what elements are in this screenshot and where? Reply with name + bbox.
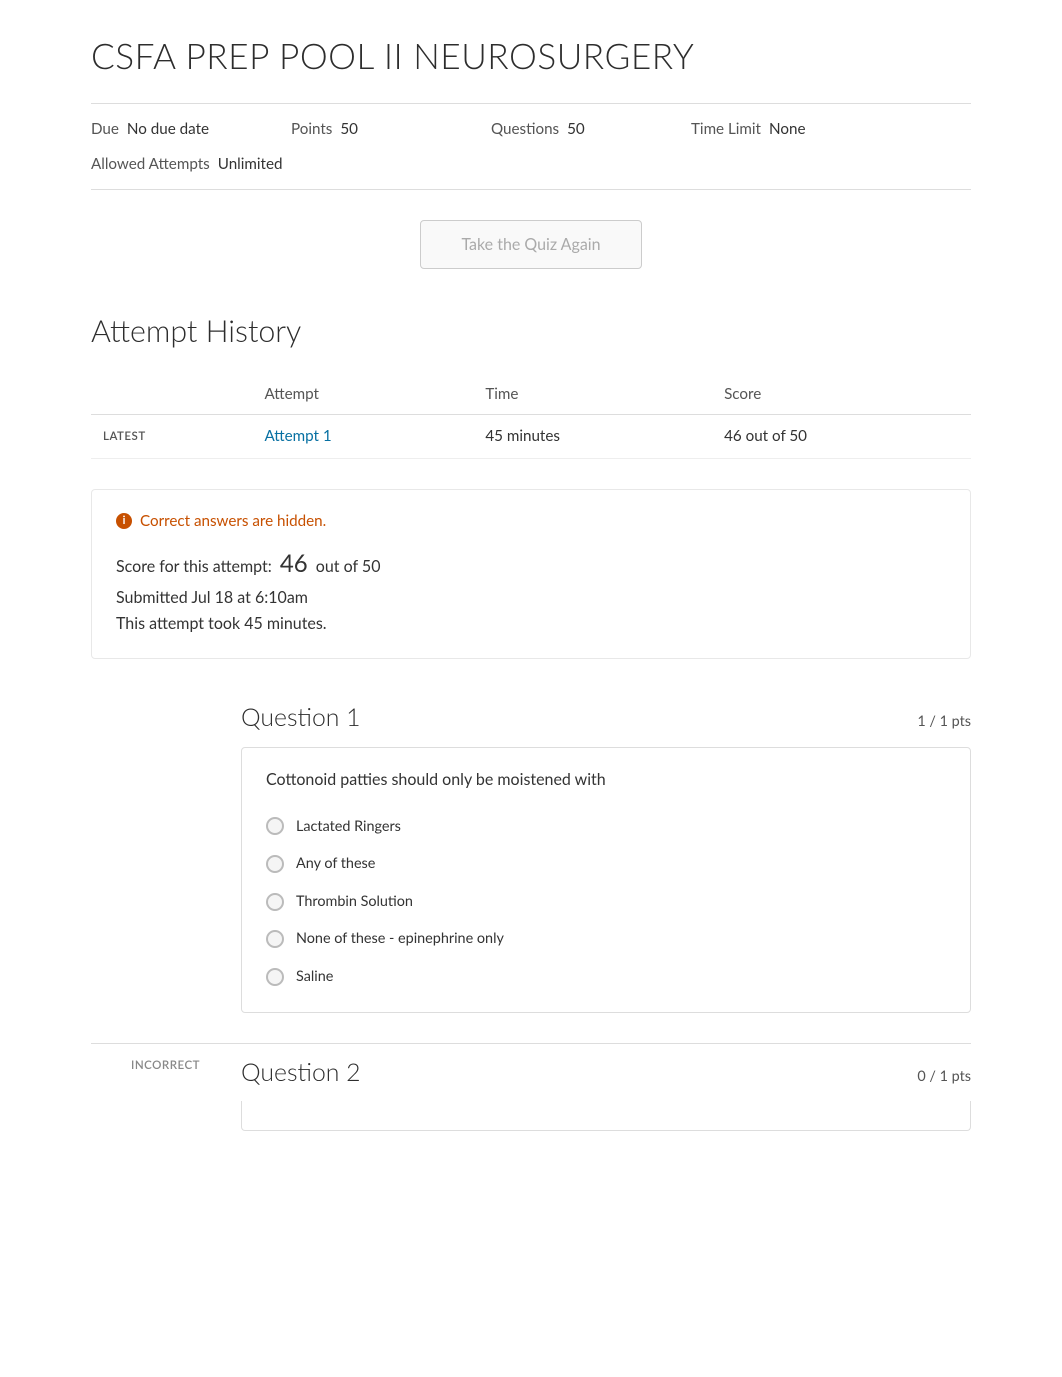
correct-answers-text: Correct answers are hidden.: [140, 510, 326, 533]
question-1-block: Question 1 1 / 1 pts Cottonoid patties s…: [91, 689, 971, 1012]
quiz-meta: Due No due date Points 50 Questions 50 T…: [91, 103, 971, 191]
radio-circle[interactable]: [266, 968, 284, 986]
answer-text: Lactated Ringers: [296, 816, 401, 838]
points-label: Points: [291, 118, 332, 141]
answer-text: Saline: [296, 966, 333, 988]
time-limit-value: None: [769, 118, 805, 141]
attempt-history-title: Attempt History: [91, 309, 971, 355]
col-time-header: Time: [473, 375, 712, 414]
attempt-score: 46 out of 50: [712, 414, 971, 458]
allowed-attempts-value: Unlimited: [218, 153, 283, 176]
attempt-time: 45 minutes: [473, 414, 712, 458]
attempt-link[interactable]: Attempt 1: [264, 427, 331, 445]
answer-options-1: Lactated Ringers Any of these Thrombin S…: [266, 816, 946, 988]
question-2-title: Question 2: [241, 1054, 361, 1091]
take-quiz-button[interactable]: Take the Quiz Again: [420, 220, 641, 269]
radio-circle[interactable]: [266, 817, 284, 835]
time-line: This attempt took 45 minutes.: [116, 612, 946, 636]
score-prefix: Score for this attempt:: [116, 557, 272, 576]
radio-circle[interactable]: [266, 893, 284, 911]
due-label: Due: [91, 118, 119, 141]
answer-text: None of these - epinephrine only: [296, 928, 504, 950]
correct-answers-notice: i Correct answers are hidden.: [116, 510, 946, 533]
answer-text: Any of these: [296, 853, 375, 875]
info-icon: i: [116, 513, 132, 529]
question-1-title: Question 1: [241, 699, 361, 736]
question-2-pts: 0 / 1 pts: [917, 1066, 971, 1088]
answer-option-1-2: Any of these: [266, 853, 946, 875]
score-line: Score for this attempt: 46 out of 50: [116, 546, 946, 582]
due-value: No due date: [127, 118, 209, 141]
take-quiz-container: Take the Quiz Again: [91, 220, 971, 269]
time-limit-label: Time Limit: [691, 118, 761, 141]
question-1-text: Cottonoid patties should only be moisten…: [266, 768, 946, 792]
incorrect-label: Incorrect: [131, 1057, 200, 1074]
answer-option-1-3: Thrombin Solution: [266, 891, 946, 913]
question-2-body: [241, 1101, 971, 1131]
answer-option-1-5: Saline: [266, 966, 946, 988]
col-attempt-header: Attempt: [252, 375, 473, 414]
allowed-attempts-label: Allowed Attempts: [91, 153, 210, 176]
col-score-header: Score: [712, 375, 971, 414]
questions-label: Questions: [491, 118, 559, 141]
result-info-box: i Correct answers are hidden. Score for …: [91, 489, 971, 660]
question-1-body: Cottonoid patties should only be moisten…: [241, 747, 971, 1013]
points-value: 50: [340, 118, 358, 141]
table-row: LATEST Attempt 1 45 minutes 46 out of 50: [91, 414, 971, 458]
score-number: 46: [280, 549, 308, 578]
latest-label: LATEST: [91, 414, 252, 458]
answer-option-1-4: None of these - epinephrine only: [266, 928, 946, 950]
question-1-pts: 1 / 1 pts: [917, 711, 971, 733]
col-latest-empty: [91, 375, 252, 414]
answer-option-1-1: Lactated Ringers: [266, 816, 946, 838]
attempt-table: Attempt Time Score LATEST Attempt 1 45 m…: [91, 375, 971, 459]
submitted-line: Submitted Jul 18 at 6:10am: [116, 586, 946, 610]
radio-circle[interactable]: [266, 930, 284, 948]
score-suffix: out of 50: [316, 557, 381, 576]
question-1-header: Question 1 1 / 1 pts: [91, 689, 971, 746]
attempt-link-cell[interactable]: Attempt 1: [252, 414, 473, 458]
question-2-header: Question 2 0 / 1 pts: [91, 1043, 971, 1101]
question-2-block: Incorrect Question 2 0 / 1 pts: [91, 1043, 971, 1131]
page-title: CSFA PREP POOL II NEUROSURGERY: [91, 30, 971, 83]
questions-value: 50: [567, 118, 585, 141]
radio-circle[interactable]: [266, 855, 284, 873]
answer-text: Thrombin Solution: [296, 891, 413, 913]
